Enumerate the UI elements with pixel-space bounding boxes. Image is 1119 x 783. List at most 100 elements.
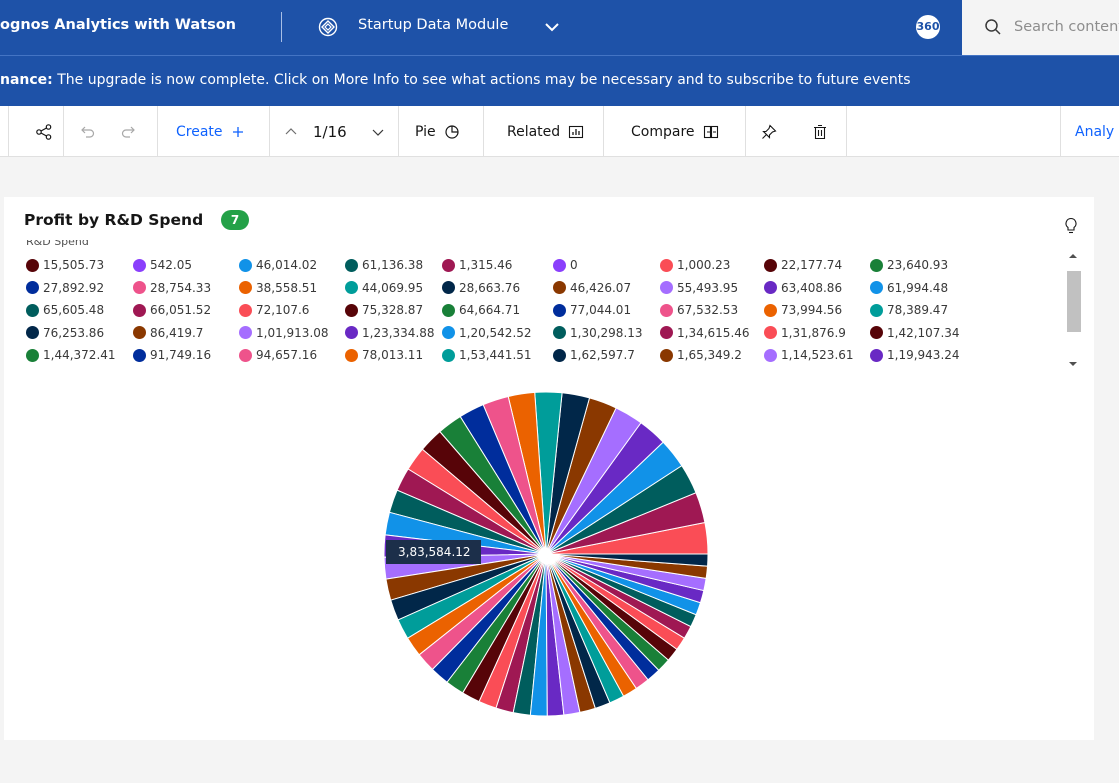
legend-item[interactable]: 1,30,298.13 (553, 326, 643, 340)
legend-item[interactable]: 72,107.6 (239, 303, 309, 317)
scroll-up-icon[interactable] (1065, 247, 1081, 265)
legend-swatch (553, 281, 566, 294)
legend-item[interactable]: 94,657.16 (239, 348, 317, 362)
legend-item[interactable]: 1,62,597.7 (553, 348, 635, 362)
legend-item[interactable]: 86,419.7 (133, 326, 203, 340)
legend-item[interactable]: 77,044.01 (553, 303, 631, 317)
visualization-card: Profit by R&D Spend 7 R&D Spend 15,505.7… (4, 197, 1094, 740)
delete-button[interactable] (811, 106, 829, 157)
legend-label: 0 (570, 258, 578, 272)
legend-swatch (239, 258, 252, 272)
legend-item[interactable]: 15,505.73 (26, 258, 104, 272)
legend-swatch (553, 326, 566, 339)
legend-item[interactable]: 23,640.93 (870, 258, 948, 272)
legend-item[interactable]: 78,389.47 (870, 303, 948, 317)
legend-item[interactable]: 1,01,913.08 (239, 326, 329, 340)
legend-label: 66,051.52 (150, 303, 212, 317)
pin-button[interactable] (760, 106, 778, 157)
legend-item[interactable]: 1,19,943.24 (870, 348, 960, 362)
legend-label: 78,389.47 (887, 303, 949, 317)
legend-item[interactable]: 73,994.56 (764, 303, 842, 317)
chart-type-button[interactable]: Pie (415, 106, 461, 157)
legend-swatch (442, 258, 455, 272)
chevron-down-icon[interactable] (543, 18, 561, 36)
insights-badge[interactable]: 7 (221, 210, 249, 230)
scrollbar-thumb[interactable] (1067, 271, 1081, 332)
legend-swatch (764, 326, 777, 339)
analyze-button[interactable]: Analy (1075, 106, 1114, 157)
legend-item[interactable]: 46,014.02 (239, 258, 317, 272)
lightbulb-icon[interactable] (1064, 217, 1078, 235)
page-indicator: 1/16 (313, 122, 347, 141)
legend-item[interactable]: 64,664.71 (442, 303, 520, 317)
search-input[interactable] (1014, 15, 1119, 39)
legend-label: 1,31,876.9 (781, 325, 846, 340)
previous-page-button[interactable] (282, 106, 300, 157)
redo-button[interactable] (120, 106, 138, 157)
legend-item[interactable]: 1,42,107.34 (870, 326, 960, 340)
legend-swatch (26, 303, 39, 317)
legend-label: 78,013.11 (362, 348, 424, 362)
legend-item[interactable]: 22,177.74 (764, 258, 842, 272)
legend-item[interactable]: 542.05 (133, 258, 192, 272)
legend-item[interactable]: 61,994.48 (870, 281, 948, 295)
toolbar-divider (1060, 106, 1061, 157)
legend-item[interactable]: 28,663.76 (442, 281, 520, 295)
compare-icon (703, 125, 718, 138)
legend-item[interactable]: 1,34,615.46 (660, 326, 750, 340)
legend-item[interactable]: 67,532.53 (660, 303, 738, 317)
legend-label: 1,42,107.34 (887, 325, 960, 340)
undo-button[interactable] (78, 106, 96, 157)
legend-item[interactable]: 65,605.48 (26, 303, 104, 317)
legend-label: 77,044.01 (570, 303, 632, 317)
legend-item[interactable]: 1,315.46 (442, 258, 512, 272)
legend-item[interactable]: 1,53,441.51 (442, 348, 532, 362)
legend-item[interactable]: 1,000.23 (660, 258, 730, 272)
legend-label: 1,000.23 (677, 258, 731, 272)
legend-item[interactable]: 38,558.51 (239, 281, 317, 295)
scroll-down-icon[interactable] (1065, 355, 1081, 373)
compare-button[interactable]: Compare (631, 106, 720, 157)
legend-swatch (26, 326, 39, 339)
legend-label: 55,493.95 (677, 280, 739, 295)
app-title[interactable]: ognos Analytics with Watson (0, 17, 236, 33)
legend-item[interactable]: 0 (553, 258, 578, 272)
legend-item[interactable]: 1,23,334.88 (345, 326, 435, 340)
legend-item[interactable]: 46,426.07 (553, 281, 631, 295)
legend-item[interactable]: 1,31,876.9 (764, 326, 846, 340)
legend-item[interactable]: 66,051.52 (133, 303, 211, 317)
legend-item[interactable]: 63,408.86 (764, 281, 842, 295)
legend-label: 65,605.48 (43, 303, 105, 317)
legend-label: 1,315.46 (459, 258, 513, 272)
search-icon[interactable] (984, 18, 1002, 36)
next-page-button[interactable] (369, 106, 387, 157)
legend-item[interactable]: 27,892.92 (26, 281, 104, 295)
legend-item[interactable]: 91,749.16 (133, 348, 211, 362)
legend-item[interactable]: 55,493.95 (660, 281, 738, 295)
create-button[interactable]: Create (176, 106, 247, 157)
header-divider (281, 12, 282, 42)
chart-title: Profit by R&D Spend (24, 211, 204, 229)
legend-scrollbar[interactable] (1065, 247, 1081, 375)
legend-item[interactable]: 28,754.33 (133, 281, 211, 295)
module-name[interactable]: Startup Data Module (358, 17, 508, 33)
legend-label: 542.05 (150, 258, 192, 272)
assistant-badge[interactable]: 360 (916, 15, 940, 39)
legend-label: 1,62,597.7 (570, 348, 635, 362)
related-button[interactable]: Related (507, 106, 585, 157)
legend-item[interactable]: 76,253.86 (26, 326, 104, 340)
legend-item[interactable]: 75,328.87 (345, 303, 423, 317)
legend-item[interactable]: 1,65,349.2 (660, 348, 742, 362)
legend-label: 38,558.51 (256, 280, 318, 295)
legend-swatch (553, 303, 566, 317)
legend-swatch (660, 348, 673, 362)
legend-swatch (660, 326, 673, 339)
share-button[interactable] (35, 106, 53, 157)
legend-swatch (764, 348, 777, 362)
legend-item[interactable]: 44,069.95 (345, 281, 423, 295)
legend-item[interactable]: 1,20,542.52 (442, 326, 532, 340)
legend-item[interactable]: 78,013.11 (345, 348, 423, 362)
legend-item[interactable]: 1,14,523.61 (764, 348, 854, 362)
legend-item[interactable]: 1,44,372.41 (26, 348, 116, 362)
legend-item[interactable]: 61,136.38 (345, 258, 423, 272)
